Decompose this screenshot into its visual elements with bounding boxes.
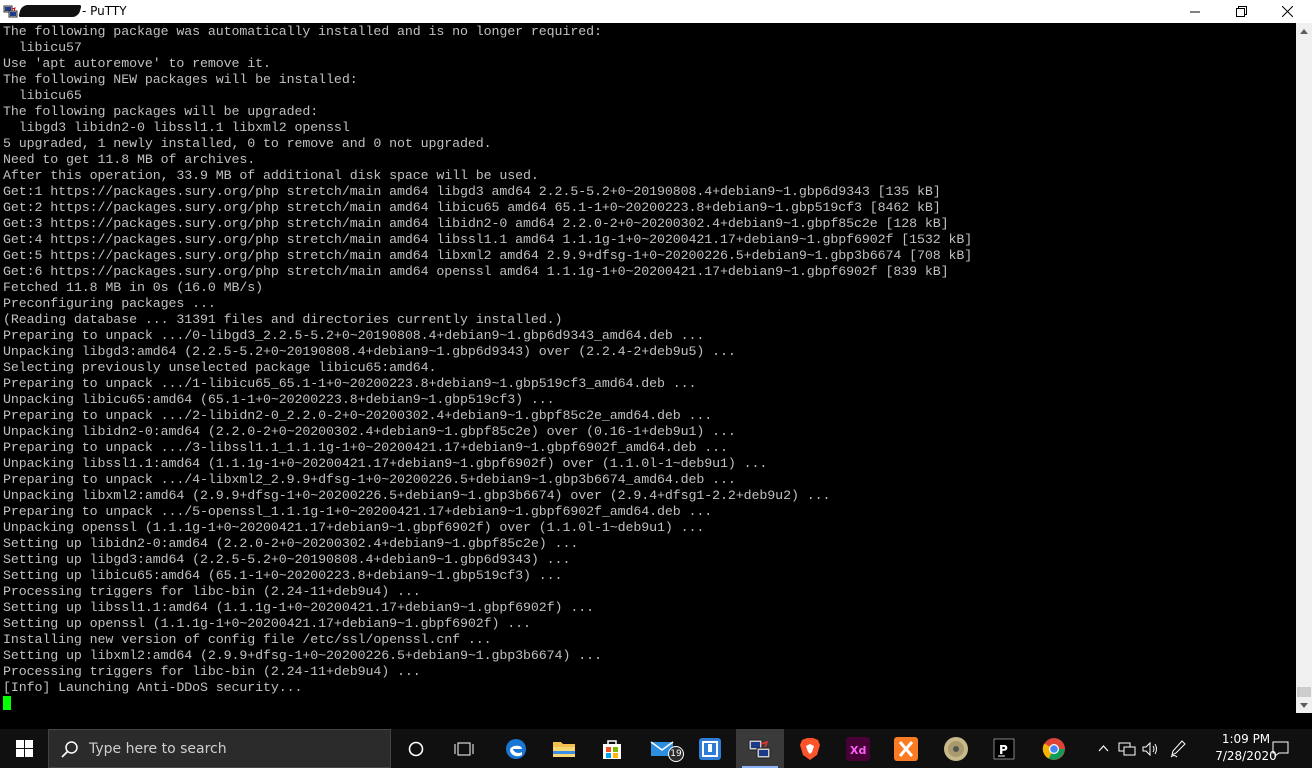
terminal-line: libgd3 libidn2-0 libssl1.1 libxml2 opens… [3, 120, 350, 135]
terminal-line: Preparing to unpack .../1-libicu65_65.1-… [3, 376, 697, 391]
cortana-icon[interactable] [392, 729, 440, 768]
terminal-line: The following NEW packages will be insta… [3, 72, 358, 87]
terminal-line: Unpacking libidn2-0:amd64 (2.2.0-2+0~202… [3, 424, 736, 439]
windows-logo-icon [15, 740, 33, 757]
store-icon[interactable] [588, 729, 636, 768]
terminal-lines: The following package was automatically … [3, 24, 972, 696]
terminal-line: Preparing to unpack .../2-libidn2-0_2.2.… [3, 408, 713, 423]
search-placeholder: Type here to search [89, 740, 227, 757]
svg-text:Xd: Xd [850, 744, 866, 757]
terminal-line: [Info] Launching Anti-DDoS security... [3, 680, 303, 695]
terminal-line: Setting up libssl1.1:amd64 (1.1.1g-1+0~2… [3, 600, 594, 615]
task-view-icon[interactable] [440, 729, 488, 768]
terminal-line: Unpacking libicu65:amd64 (65.1-1+0~20200… [3, 392, 555, 407]
putty-taskbar-icon[interactable] [736, 729, 784, 768]
terminal-line: Get:1 https://packages.sury.org/php stre… [3, 184, 941, 199]
terminal-line: Get:2 https://packages.sury.org/php stre… [3, 200, 941, 215]
terminal-bottom-padding [0, 713, 1312, 729]
terminal-line: After this operation, 33.9 MB of additio… [3, 168, 539, 183]
minimize-button[interactable] [1172, 0, 1218, 23]
show-hidden-icons-chevron-icon[interactable] [1092, 729, 1114, 768]
terminal-line: The following packages will be upgraded: [3, 104, 319, 119]
terminal-line: Use 'apt autoremove' to remove it. [3, 56, 271, 71]
volume-icon[interactable] [1140, 729, 1162, 768]
search-icon [61, 740, 78, 758]
terminal-line: Need to get 11.8 MB of archives. [3, 152, 256, 167]
start-button[interactable] [0, 729, 48, 768]
phpstorm-icon[interactable]: P [980, 729, 1028, 768]
terminal-line: Setting up libidn2-0:amd64 (2.2.0-2+0~20… [3, 536, 579, 551]
terminal-line: (Reading database ... 31391 files and di… [3, 312, 563, 327]
terminal-line: Fetched 11.8 MB in 0s (16.0 MB/s) [3, 280, 264, 295]
title-bar[interactable]: - PuTTY [0, 0, 1312, 23]
xampp-icon[interactable] [882, 729, 930, 768]
terminal-line: Preparing to unpack .../4-libxml2_2.9.9+… [3, 472, 736, 487]
pen-workspace-icon[interactable] [1166, 729, 1190, 768]
mail-unread-badge: 19 [668, 746, 684, 762]
brave-icon[interactable] [786, 729, 834, 768]
scroll-up-arrow-icon[interactable] [1296, 23, 1312, 39]
adobe-xd-icon[interactable]: Xd [834, 729, 882, 768]
terminal-line: Processing triggers for libc-bin (2.24-1… [3, 584, 421, 599]
terminal-line: Unpacking libgd3:amd64 (2.2.5-5.2+0~2019… [3, 344, 736, 359]
terminal-scrollbar[interactable] [1296, 23, 1312, 713]
window-title: - PuTTY [82, 4, 127, 18]
edge-icon[interactable] [492, 729, 540, 768]
terminal-app-icon[interactable] [686, 729, 734, 768]
terminal-line: Setting up libgd3:amd64 (2.2.5-5.2+0~201… [3, 552, 571, 567]
putty-app-icon[interactable] [3, 4, 18, 19]
terminal-line: Processing triggers for libc-bin (2.24-1… [3, 664, 421, 679]
terminal-line: Setting up libxml2:amd64 (2.9.9+dfsg-1+0… [3, 648, 602, 663]
terminal-line: Unpacking libssl1.1:amd64 (1.1.1g-1+0~20… [3, 456, 768, 471]
terminal-line: Get:5 https://packages.sury.org/php stre… [3, 248, 973, 263]
terminal-line: libicu57 [3, 40, 82, 55]
network-icon[interactable] [1116, 729, 1138, 768]
terminal-line: Unpacking openssl (1.1.1g-1+0~20200421.1… [3, 520, 705, 535]
terminal-output[interactable]: The following package was automatically … [0, 23, 1296, 713]
close-button[interactable] [1264, 0, 1310, 23]
terminal-line: Preparing to unpack .../3-libssl1.1_1.1.… [3, 440, 728, 455]
disc-app-icon[interactable] [932, 729, 980, 768]
svg-text:P: P [999, 743, 1008, 757]
terminal-line: Get:3 https://packages.sury.org/php stre… [3, 216, 949, 231]
terminal-line: Installing new version of config file /e… [3, 632, 492, 647]
taskbar-search-box[interactable]: Type here to search [48, 729, 391, 768]
redacted-hostname [18, 5, 82, 17]
terminal-line: Setting up openssl (1.1.1g-1+0~20200421.… [3, 616, 531, 631]
terminal-line: Get:6 https://packages.sury.org/php stre… [3, 264, 949, 279]
terminal-line: The following package was automatically … [3, 24, 602, 39]
terminal-line: 5 upgraded, 1 newly installed, 0 to remo… [3, 136, 492, 151]
terminal-line: Unpacking libxml2:amd64 (2.9.9+dfsg-1+0~… [3, 488, 831, 503]
terminal-line: libicu65 [3, 88, 82, 103]
scrollbar-thumb[interactable] [1297, 687, 1311, 697]
chrome-icon[interactable] [1030, 729, 1078, 768]
file-explorer-icon[interactable] [540, 729, 588, 768]
terminal-line: Preparing to unpack .../0-libgd3_2.2.5-5… [3, 328, 705, 343]
terminal-line: Preconfiguring packages ... [3, 296, 216, 311]
taskbar: Type here to search Xd P 1:09 PM 7/28/20… [0, 729, 1312, 768]
terminal-line: Selecting previously unselected package … [3, 360, 437, 375]
restore-button[interactable] [1218, 0, 1264, 23]
terminal-line: Setting up libicu65:amd64 (65.1-1+0~2020… [3, 568, 563, 583]
terminal-line: Get:4 https://packages.sury.org/php stre… [3, 232, 973, 247]
terminal-cursor [3, 696, 11, 710]
notification-center-icon[interactable] [1262, 729, 1298, 768]
terminal-line: Preparing to unpack .../5-openssl_1.1.1g… [3, 504, 713, 519]
scroll-down-arrow-icon[interactable] [1296, 697, 1312, 713]
